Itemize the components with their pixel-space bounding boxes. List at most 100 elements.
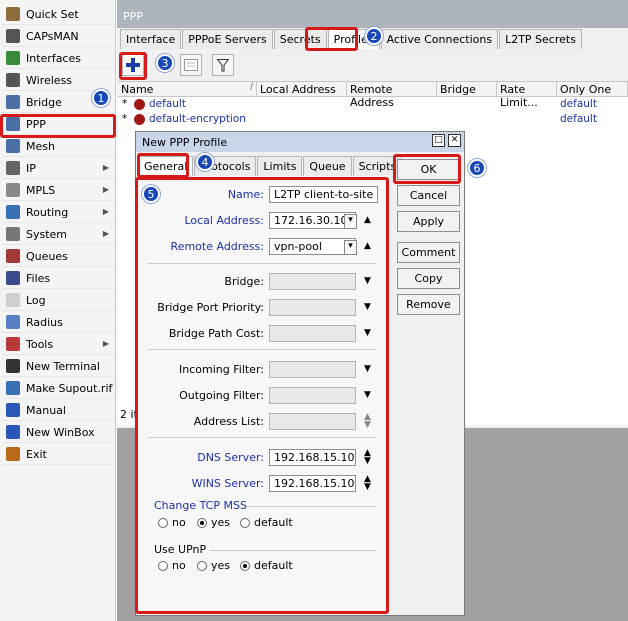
comment-button[interactable]: [180, 54, 202, 76]
column-header-only-one[interactable]: Only One: [557, 82, 628, 97]
column-header-bridge[interactable]: Bridge: [437, 82, 497, 97]
sidebar-item-label: Queues: [26, 249, 68, 263]
ip-icon: [6, 161, 20, 175]
sidebar-item-new-terminal[interactable]: New Terminal: [2, 356, 115, 377]
sidebar-item-queues[interactable]: Queues: [2, 246, 115, 267]
mpls-icon: [6, 183, 20, 197]
highlight-general-panel: [135, 177, 389, 614]
supout-icon: [6, 381, 20, 395]
sidebar-item-label: Interfaces: [26, 51, 81, 65]
sidebar-item-routing[interactable]: Routing ▶: [2, 202, 115, 223]
sidebar-item-system[interactable]: System ▶: [2, 224, 115, 245]
close-button[interactable]: ✕: [448, 134, 461, 147]
sidebar-item-capsman[interactable]: CAPsMAN: [2, 26, 115, 47]
profile-icon: [134, 114, 145, 125]
table-row[interactable]: * default default: [118, 98, 628, 112]
sidebar-item-label: Radius: [26, 315, 63, 329]
window-title: PPP: [117, 0, 628, 28]
sidebar-item-label: Bridge: [26, 95, 62, 109]
sidebar-item-label: New WinBox: [26, 425, 95, 439]
tools-icon: [6, 337, 20, 351]
sidebar-item-manual[interactable]: Manual: [2, 400, 115, 421]
step-badge-6: 6: [468, 159, 486, 177]
remove-button[interactable]: Remove: [397, 294, 460, 315]
sidebar-item-log[interactable]: Log: [2, 290, 115, 311]
dialog-title: New PPP Profile: [136, 132, 464, 152]
sidebar-item-label: CAPsMAN: [26, 29, 79, 43]
sidebar-item-label: Routing: [26, 205, 69, 219]
log-icon: [6, 293, 20, 307]
tab-limits[interactable]: Limits: [257, 156, 303, 176]
sidebar-item-label: Files: [26, 271, 51, 285]
sidebar-item-label: New Terminal: [26, 359, 100, 373]
toolbar: [118, 51, 628, 79]
column-header-rate-limit[interactable]: Rate Limit...: [497, 82, 557, 109]
sidebar-item-label: Quick Set: [26, 7, 79, 21]
tab-active-connections[interactable]: Active Connections: [380, 29, 499, 49]
sidebar-item-label: MPLS: [26, 183, 56, 197]
sidebar-item-label: System: [26, 227, 68, 241]
help-icon: [6, 403, 20, 417]
highlight-add: [119, 52, 147, 80]
sidebar-item-label: IP: [26, 161, 36, 175]
mesh-icon: [6, 139, 20, 153]
bridge-icon: [6, 95, 20, 109]
gear-icon: [6, 227, 20, 241]
radius-icon: [6, 315, 20, 329]
routing-icon: [6, 205, 20, 219]
step-badge-1: 1: [92, 89, 110, 107]
sidebar-item-label: Tools: [26, 337, 54, 351]
wand-icon: [6, 7, 20, 21]
column-header-name[interactable]: Name ∕: [118, 82, 257, 97]
filter-icon: [217, 58, 229, 71]
maximize-button[interactable]: □: [432, 134, 445, 147]
submenu-arrow-icon: ▶: [102, 207, 109, 216]
apply-button[interactable]: Apply: [397, 211, 460, 232]
exit-icon: [6, 447, 20, 461]
sidebar-item-radius[interactable]: Radius: [2, 312, 115, 333]
sidebar-item-tools[interactable]: Tools ▶: [2, 334, 115, 355]
submenu-arrow-icon: ▶: [102, 185, 109, 194]
wireless-icon: [6, 73, 20, 87]
tab-interface[interactable]: Interface: [120, 29, 182, 49]
sidebar-item-ip[interactable]: IP ▶: [2, 158, 115, 179]
tab-l2tp-secrets[interactable]: L2TP Secrets: [499, 29, 582, 49]
sidebar-item-exit[interactable]: Exit: [2, 444, 115, 465]
column-header-remote-address[interactable]: Remote Address: [347, 82, 437, 109]
cancel-button[interactable]: Cancel: [397, 185, 460, 206]
highlight-profiles: [305, 27, 358, 51]
sidebar-item-label: Manual: [26, 403, 66, 417]
sidebar-item-interfaces[interactable]: Interfaces: [2, 48, 115, 69]
sidebar-item-label: Exit: [26, 447, 47, 461]
sidebar-item-new-winbox[interactable]: New WinBox: [2, 422, 115, 443]
highlight-ok: [393, 154, 461, 184]
note-icon: [184, 59, 198, 71]
sidebar-item-mpls[interactable]: MPLS ▶: [2, 180, 115, 201]
sidebar-item-mesh[interactable]: Mesh: [2, 136, 115, 157]
sidebar-item-make-supout-rif[interactable]: Make Supout.rif: [2, 378, 115, 399]
submenu-arrow-icon: ▶: [102, 229, 109, 238]
profile-icon: [134, 99, 145, 110]
filter-button[interactable]: [212, 54, 234, 76]
highlight-ppp: [0, 114, 116, 138]
queues-icon: [6, 249, 20, 263]
sidebar-item-label: Make Supout.rif: [26, 381, 113, 395]
sidebar-item-quick-set[interactable]: Quick Set: [2, 4, 115, 25]
interfaces-icon: [6, 51, 20, 65]
column-header-local-address[interactable]: Local Address: [257, 82, 347, 97]
step-badge-4: 4: [196, 153, 214, 171]
tab-queue[interactable]: Queue: [303, 156, 352, 176]
winbox-icon: [6, 425, 20, 439]
sidebar-item-wireless[interactable]: Wireless: [2, 70, 115, 91]
submenu-arrow-icon: ▶: [102, 163, 109, 172]
comment-button-dialog[interactable]: Comment: [397, 242, 460, 263]
tab-pppoe-servers[interactable]: PPPoE Servers: [182, 29, 273, 49]
sidebar-item-label: Mesh: [26, 139, 55, 153]
sidebar-item-label: Wireless: [26, 73, 73, 87]
submenu-arrow-icon: ▶: [102, 339, 109, 348]
sidebar-item-files[interactable]: Files: [2, 268, 115, 289]
step-badge-3: 3: [156, 54, 174, 72]
copy-button[interactable]: Copy: [397, 268, 460, 289]
terminal-icon: [6, 359, 20, 373]
table-row[interactable]: * default-encryption default: [118, 113, 628, 127]
